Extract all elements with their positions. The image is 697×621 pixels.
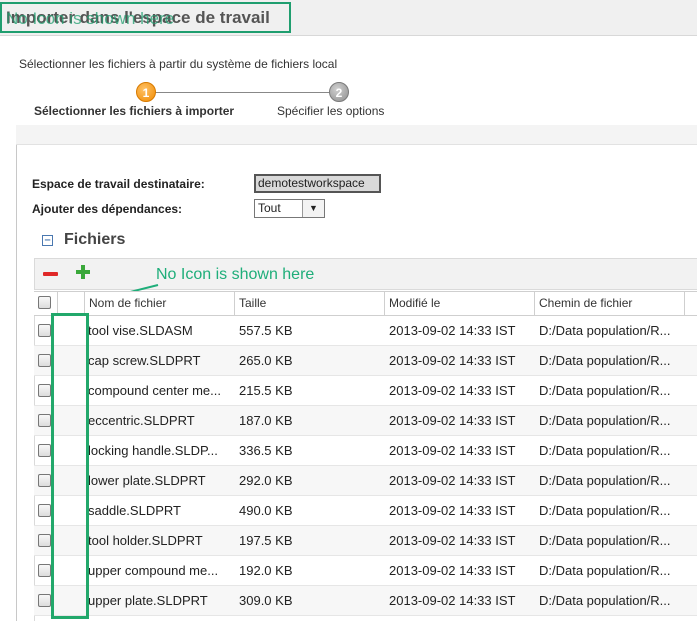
file-name: upper compound me... [88,563,219,578]
chevron-down-icon[interactable]: ▼ [302,200,324,217]
file-modified: 2013-09-02 14:33 IST [389,383,516,398]
row-checkbox[interactable] [38,354,51,367]
file-size: 336.5 KB [239,443,293,458]
table-row[interactable]: tool holder.SLDPRT 197.5 KB 2013-09-02 1… [34,526,697,556]
header-filename[interactable]: Nom de fichier [85,291,235,316]
row-checkbox[interactable] [38,324,51,337]
dependencies-selected-value: Tout [258,201,281,215]
file-path: D:/Data population/R... [539,353,671,368]
file-path: D:/Data population/R... [539,413,671,428]
row-checkbox[interactable] [38,444,51,457]
file-path: D:/Data population/R... [539,383,671,398]
file-name: upper plate.SLDPRT [88,593,208,608]
file-name: cap screw.SLDPRT [88,353,201,368]
wizard-progress-line [150,92,338,93]
file-path: D:/Data population/R... [539,593,671,608]
row-checkbox[interactable] [38,474,51,487]
file-path: D:/Data population/R... [539,503,671,518]
table-row[interactable]: compound center me... 215.5 KB 2013-09-0… [34,376,697,406]
file-path: D:/Data population/R... [539,443,671,458]
table-row[interactable]: eccentric.SLDPRT 187.0 KB 2013-09-02 14:… [34,406,697,436]
file-size: 197.5 KB [239,533,293,548]
header-path[interactable]: Chemin de fichier [535,291,685,316]
row-checkbox[interactable] [38,564,51,577]
table-row[interactable]: lower plate.SLDPRT 292.0 KB 2013-09-02 1… [34,466,697,496]
title-annotation-text: No Icon is shown here [6,9,175,28]
file-name: eccentric.SLDPRT [88,413,195,428]
wizard-step-1-icon[interactable]: 1 [136,82,156,102]
file-name: lower plate.SLDPRT [88,473,206,488]
file-modified: 2013-09-02 14:33 IST [389,413,516,428]
add-file-icon[interactable] [76,265,90,279]
file-size: 490.0 KB [239,503,293,518]
file-modified: 2013-09-02 14:33 IST [389,353,516,368]
table-row[interactable]: tool vise.SLDASM 557.5 KB 2013-09-02 14:… [34,316,697,346]
file-modified: 2013-09-02 14:33 IST [389,323,516,338]
title-annotation-box: No Icon is shown here [0,2,291,33]
file-path: D:/Data population/R... [539,563,671,578]
wizard-step-1-label: Sélectionner les fichiers à importer [34,104,235,118]
panel-header [16,125,697,145]
files-toolbar [34,258,697,290]
file-modified: 2013-09-02 14:33 IST [389,503,516,518]
file-size: 309.0 KB [239,593,293,608]
file-modified: 2013-09-02 14:33 IST [389,563,516,578]
file-name: tool holder.SLDPRT [88,533,203,548]
file-modified: 2013-09-02 14:33 IST [389,443,516,458]
instruction-text: Sélectionner les fichiers à partir du sy… [19,57,338,71]
remove-file-icon[interactable] [43,272,58,276]
workspace-label: Espace de travail destinataire: [32,177,205,191]
row-checkbox[interactable] [38,504,51,517]
file-name: tool vise.SLDASM [88,323,193,338]
file-size: 265.0 KB [239,353,293,368]
workspace-field[interactable]: demotestworkspace [254,174,381,193]
file-size: 557.5 KB [239,323,293,338]
dependencies-select[interactable]: Tout ▼ [254,199,325,218]
collapse-icon[interactable]: – [42,235,53,246]
file-name: locking handle.SLDP... [88,443,218,458]
file-modified: 2013-09-02 14:33 IST [389,533,516,548]
file-modified: 2013-09-02 14:33 IST [389,473,516,488]
file-size: 215.5 KB [239,383,293,398]
annotation-text: No Icon is shown here [156,266,315,283]
files-section-title: Fichiers [64,231,126,248]
table-row[interactable]: upper plate.SLDPRT 309.0 KB 2013-09-02 1… [34,586,697,616]
file-name: compound center me... [88,383,221,398]
file-size: 187.0 KB [239,413,293,428]
row-checkbox[interactable] [38,594,51,607]
header-size[interactable]: Taille [235,291,385,316]
table-row[interactable]: cap screw.SLDPRT 265.0 KB 2013-09-02 14:… [34,346,697,376]
row-checkbox[interactable] [38,414,51,427]
file-name: saddle.SLDPRT [88,503,181,518]
file-path: D:/Data population/R... [539,533,671,548]
wizard-step-2-label: Spécifier les options [277,104,385,118]
file-modified: 2013-09-02 14:33 IST [389,593,516,608]
icon-column-annotation-box [51,313,89,619]
dependencies-label: Ajouter des dépendances: [32,202,183,216]
row-checkbox[interactable] [38,384,51,397]
wizard-step-2-icon[interactable]: 2 [329,82,349,102]
file-size: 292.0 KB [239,473,293,488]
row-checkbox[interactable] [38,534,51,547]
table-row[interactable]: upper compound me... 192.0 KB 2013-09-02… [34,556,697,586]
file-path: D:/Data population/R... [539,473,671,488]
file-path: D:/Data population/R... [539,323,671,338]
table-row[interactable]: saddle.SLDPRT 490.0 KB 2013-09-02 14:33 … [34,496,697,526]
table-row[interactable]: locking handle.SLDP... 336.5 KB 2013-09-… [34,436,697,466]
file-size: 192.0 KB [239,563,293,578]
header-modified[interactable]: Modifié le [385,291,535,316]
